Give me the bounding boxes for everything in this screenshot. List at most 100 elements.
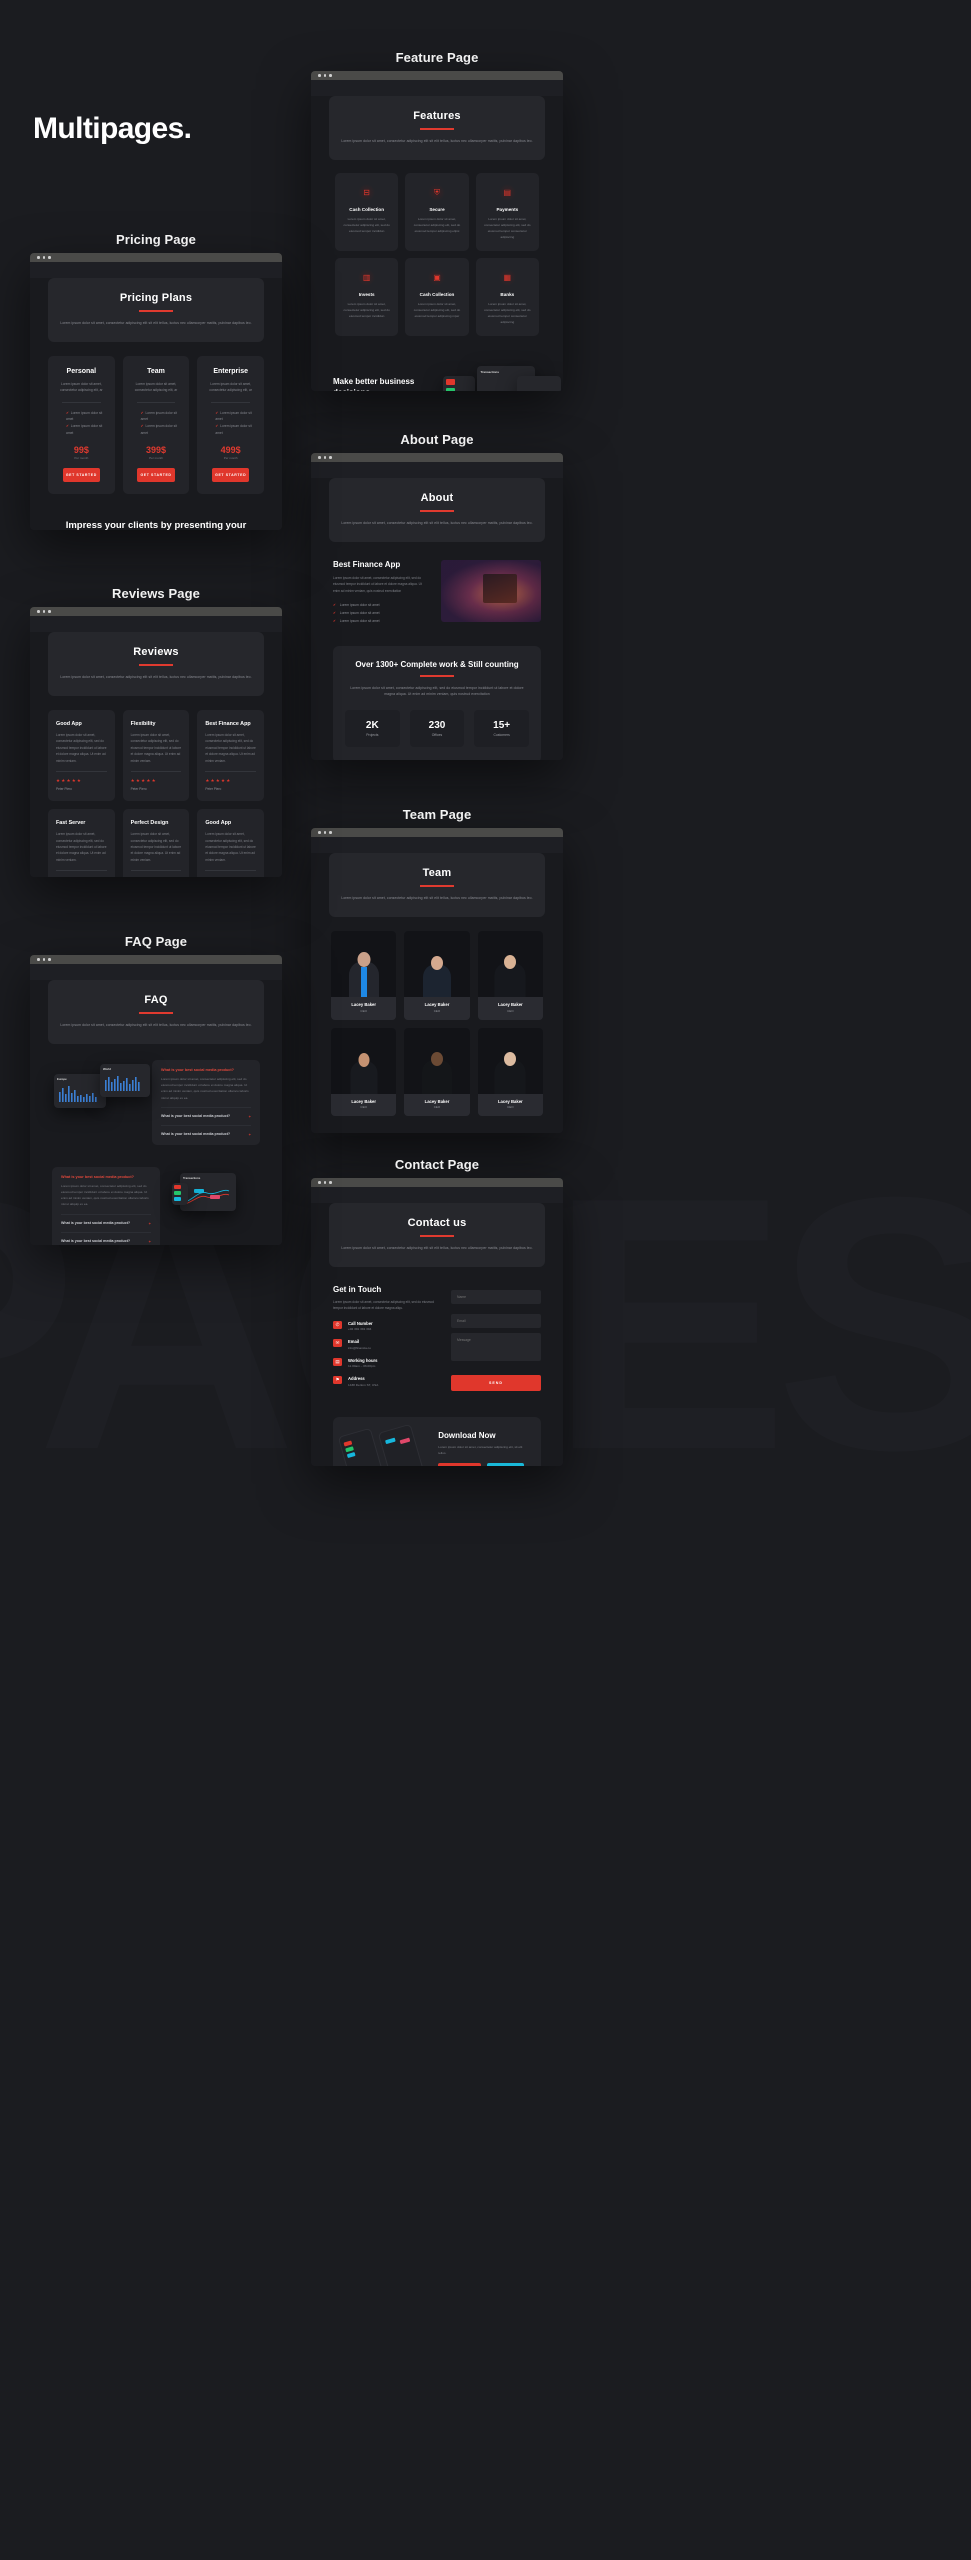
pricing-card[interactable]: Personal Lorem ipsum dolor sit amet, con… (48, 356, 115, 495)
get-in-touch-sub: Lorem ipsum dolor sit amet, consectetur … (333, 1300, 434, 1311)
plus-icon: + (148, 1238, 151, 1244)
get-started-button[interactable]: GET STARTED (62, 468, 101, 483)
about-section-body: Lorem ipsum dolor sit amet, consectetur … (333, 576, 422, 593)
plan-period: Per month (223, 456, 238, 461)
feature-card[interactable]: ▤ Payments Lorem ipsum dolor sit amet, c… (475, 173, 539, 252)
check-icon: ✔ (140, 410, 144, 415)
team-name-block: Lacey Baker CEO (404, 997, 470, 1020)
faq-question[interactable]: What is your best social media product? + (161, 1106, 251, 1119)
team-card[interactable]: Lacey Baker CEO (404, 1027, 470, 1117)
review-card[interactable]: Best Finance App Lorem ipsum dolor sit a… (197, 710, 264, 802)
payments-icon: ▤ (498, 184, 516, 202)
faq-question[interactable]: What is your best social media product? + (61, 1231, 151, 1244)
divider (205, 771, 256, 773)
divider (205, 870, 256, 872)
download-panel: Download Now Lorem ipsum dolor sit amet,… (333, 1416, 541, 1466)
email-field[interactable] (451, 1314, 541, 1329)
team-member-role: CEO (507, 1105, 514, 1110)
team-member-role: CEO (360, 1008, 367, 1013)
contact-info-value: +02 391 391 394 (348, 1327, 372, 1332)
stat-label: Projects (366, 732, 379, 737)
feature-card[interactable]: ⛨ Secure Lorem ipsum dolor sit amet, con… (405, 173, 469, 252)
about-tick-item: ✔ Lorem ipsum dolor sit amet (333, 619, 380, 624)
contact-info-item: ⚑ Address 1438 Derlom ST, USA (333, 1376, 437, 1387)
shield-secure-icon: ⛨ (428, 184, 446, 202)
accent-rule (139, 310, 173, 312)
window-dot-icon (42, 610, 45, 613)
get-started-button[interactable]: GET STARTED (137, 468, 175, 483)
window-dot-icon (318, 831, 321, 834)
faq-row-top: Europe World What is your best social me… (52, 1060, 260, 1145)
faq-question[interactable]: What is your best social media product? + (61, 1213, 151, 1226)
name-field[interactable] (451, 1290, 541, 1305)
send-button[interactable]: SEND (451, 1375, 541, 1392)
stats-body: Lorem ipsum dolor sit amet, consectetur … (350, 685, 524, 697)
review-card[interactable]: Flexibility Lorem ipsum dolor sit amet, … (122, 710, 190, 802)
divider (211, 401, 251, 403)
window-bar (30, 253, 282, 262)
team-card[interactable]: Lacey Baker CEO (404, 931, 470, 1020)
download-text: Download Now Lorem ipsum dolor sit amet,… (438, 1431, 527, 1466)
review-card[interactable]: Good App Lorem ipsum dolor sit amet, con… (197, 809, 264, 877)
google-play-button[interactable]: ▶ Google Play (438, 1463, 481, 1466)
team-photo (404, 1027, 470, 1094)
contact-info-item: ✆ Call Number +02 391 391 394 (333, 1320, 437, 1332)
feature-card[interactable]: ▣ Cash Collection Lorem ipsum dolor sit … (405, 258, 469, 337)
pricing-card[interactable]: Team Lorem ipsum dolor sit amet, consect… (122, 356, 190, 495)
faq-question-open[interactable]: What is your best social media product? (161, 1068, 251, 1072)
faq-question-open[interactable]: What is your best social media product? (61, 1175, 151, 1179)
review-body: Lorem ipsum dolor sit amet, consectetur … (56, 733, 107, 763)
contact-info-title: Working hours (348, 1357, 378, 1363)
mock-contact-page: Contact us Lorem ipsum dolor sit amet, c… (311, 1178, 563, 1466)
team-grid: Lacey Baker CEO Lacey Baker CEO Lacey Ba… (331, 931, 543, 1117)
review-card[interactable]: Perfect Design Lorem ipsum dolor sit ame… (122, 809, 190, 877)
app-store-button[interactable]: App Store (486, 1463, 524, 1466)
pricing-hero: Pricing Plans Lorem ipsum dolor sit amet… (48, 278, 264, 343)
mock-about-page: About Lorem ipsum dolor sit amet, consec… (311, 453, 563, 760)
stat-item: 2K Projects (345, 709, 400, 747)
faq-answer: Lorem ipsum dolor sit amet, consectetur … (161, 1077, 249, 1100)
feature-card[interactable]: ▥ Invests Lorem ipsum dolor sit amet, co… (335, 258, 399, 337)
team-card[interactable]: Lacey Baker CEO (477, 1027, 543, 1117)
get-started-button[interactable]: GET STARTED (211, 468, 250, 483)
impress-section: Impress your clients by presenting your … (60, 520, 252, 530)
contact-info-value: 11.00am – 06.00pm (348, 1364, 376, 1369)
message-field[interactable] (451, 1333, 541, 1362)
email-icon: ✉ (333, 1339, 342, 1348)
team-card[interactable]: Lacey Baker CEO (477, 931, 543, 1020)
plan-feature: ✔ Lorem ipsum dolor sit amet (66, 410, 103, 422)
review-body: Lorem ipsum dolor sit amet, consectetur … (130, 832, 182, 862)
plan-period: Per month (149, 456, 163, 461)
mock-body: About Lorem ipsum dolor sit amet, consec… (311, 478, 563, 760)
review-title: Good App (56, 721, 82, 728)
feature-card[interactable]: ⊟ Cash Collection Lorem ipsum dolor sit … (335, 173, 399, 252)
review-title: Fast Server (56, 820, 86, 827)
review-card[interactable]: Good App Lorem ipsum dolor sit amet, con… (48, 710, 115, 802)
get-in-touch-block: Get in Touch Lorem ipsum dolor sit amet,… (333, 1285, 437, 1395)
faq-question[interactable]: What is your best social media product? + (161, 1124, 251, 1137)
pricing-card[interactable]: Enterprise Lorem ipsum dolor sit amet, c… (197, 356, 265, 495)
review-card[interactable]: Fast Server Lorem ipsum dolor sit amet, … (48, 809, 115, 877)
team-member-name: Lacey Baker (351, 1002, 376, 1008)
team-card[interactable]: Lacey Baker CEO (331, 1027, 397, 1117)
hero-title: FAQ (144, 994, 168, 1006)
review-author: Peter Piero (205, 787, 222, 792)
window-bar (30, 955, 282, 964)
download-body: Lorem ipsum dolor sit amet, consectetur … (438, 1444, 523, 1455)
plan-desc: Lorem ipsum dolor sit amet, consectetur … (60, 382, 103, 393)
team-photo (331, 931, 397, 998)
rating-stars: ★★★★★ (130, 778, 157, 784)
about-tick-item: ✔ Lorem ipsum dolor sit amet (333, 611, 380, 616)
team-card[interactable]: Lacey Baker CEO (331, 931, 397, 1020)
stat-number: 230 (428, 719, 446, 731)
check-icon: ✔ (333, 603, 336, 608)
accent-rule (420, 510, 454, 512)
feature-card[interactable]: ▦ Banks Lorem ipsum dolor sit amet, cons… (475, 258, 539, 337)
bar-chart (59, 1086, 97, 1103)
stat-number: 15+ (493, 719, 511, 731)
hero-title: Pricing Plans (119, 292, 193, 304)
window-bar (311, 1178, 563, 1187)
contact-hero: Contact us Lorem ipsum dolor sit amet, c… (329, 1203, 545, 1268)
line-chart (184, 1189, 230, 1205)
legend-panel (172, 1182, 188, 1205)
